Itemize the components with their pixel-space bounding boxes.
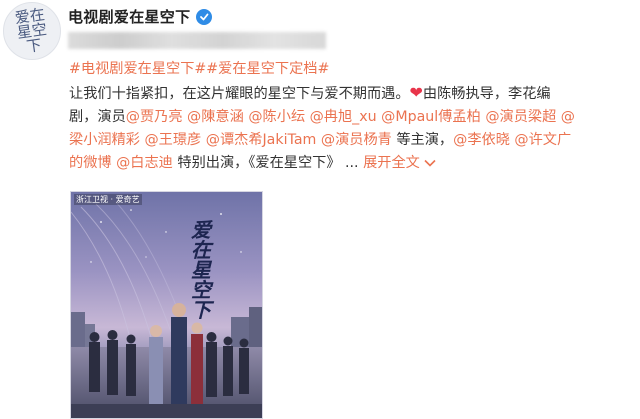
post-text: 等主演，: [396, 132, 454, 148]
mention-link[interactable]: @王璟彦: [144, 132, 201, 148]
author-header: 电视剧爱在星空下: [68, 6, 213, 27]
author-name[interactable]: 电视剧爱在星空下: [68, 6, 190, 27]
expand-label: 展开全文: [363, 155, 420, 171]
mention-link[interactable]: @Mpaul傅孟柏: [381, 109, 481, 125]
mention-link[interactable]: @: [561, 109, 575, 125]
post-line: 让我们十指紧扣，在这片耀眼的星空下与爱不期而遇。❤由陈畅执导，李花编: [69, 81, 635, 106]
mention-link[interactable]: @许文广: [514, 132, 571, 148]
chevron-down-icon: [424, 159, 436, 167]
hashtag-line: #电视剧爱在星空下##爱在星空下定档#: [69, 58, 635, 81]
mention-link[interactable]: @演员杨青: [321, 132, 392, 148]
mention-link[interactable]: @贾乃亮: [126, 109, 183, 125]
post-image-poster[interactable]: 浙江卫视 · 爱奇艺 爱在星空下: [70, 191, 263, 419]
mention-link[interactable]: @李依晓: [453, 132, 510, 148]
poster-title: 爱在星空下: [191, 218, 211, 322]
mention-link[interactable]: @白志迪: [116, 155, 173, 171]
mention-link[interactable]: 的微博: [69, 155, 112, 171]
mention-link[interactable]: @演员梁超: [485, 109, 556, 125]
poster-artwork: [71, 192, 262, 418]
post-text: 由陈畅执导，李花编: [422, 86, 551, 102]
hashtag-link[interactable]: #电视剧爱在星空下#: [69, 61, 206, 77]
heart-icon: ❤: [409, 83, 423, 102]
post-text: 剧，演员: [69, 109, 126, 125]
hashtag-link[interactable]: #爱在星空下定档#: [206, 61, 329, 77]
mention-link[interactable]: @谭杰希JakiTam: [206, 132, 317, 148]
avatar[interactable]: 爱在星空下: [3, 2, 61, 60]
mention-link[interactable]: @陈小纭: [248, 109, 305, 125]
poster-badge: 浙江卫视 · 爱奇艺: [74, 194, 142, 205]
expand-full-text-link[interactable]: 展开全文: [363, 155, 436, 171]
post-text: 特别出演，《爱在星空下》 ...: [177, 155, 359, 171]
post-line: 剧，演员@贾乃亮 @陳意涵 @陈小纭 @冉旭_xu @Mpaul傅孟柏 @演员梁…: [69, 106, 635, 129]
post-body: #电视剧爱在星空下##爱在星空下定档# 让我们十指紧扣，在这片耀眼的星空下与爱不…: [69, 58, 635, 175]
post-line: 的微博 @白志迪 特别出演，《爱在星空下》 ... 展开全文: [69, 152, 635, 175]
mention-link[interactable]: 梁小润精彩: [69, 132, 140, 148]
avatar-logo: 爱在星空下: [13, 4, 49, 56]
post-text: 让我们十指紧扣，在这片耀眼的星空下与爱不期而遇。: [69, 86, 410, 102]
verified-badge-icon: [196, 8, 213, 25]
post-line: 梁小润精彩 @王璟彦 @谭杰希JakiTam @演员杨青 等主演，@李依晓 @许…: [69, 129, 635, 152]
mention-link[interactable]: @陳意涵: [187, 109, 244, 125]
post-meta-blurred: [68, 32, 326, 49]
mention-link[interactable]: @冉旭_xu: [310, 109, 377, 125]
